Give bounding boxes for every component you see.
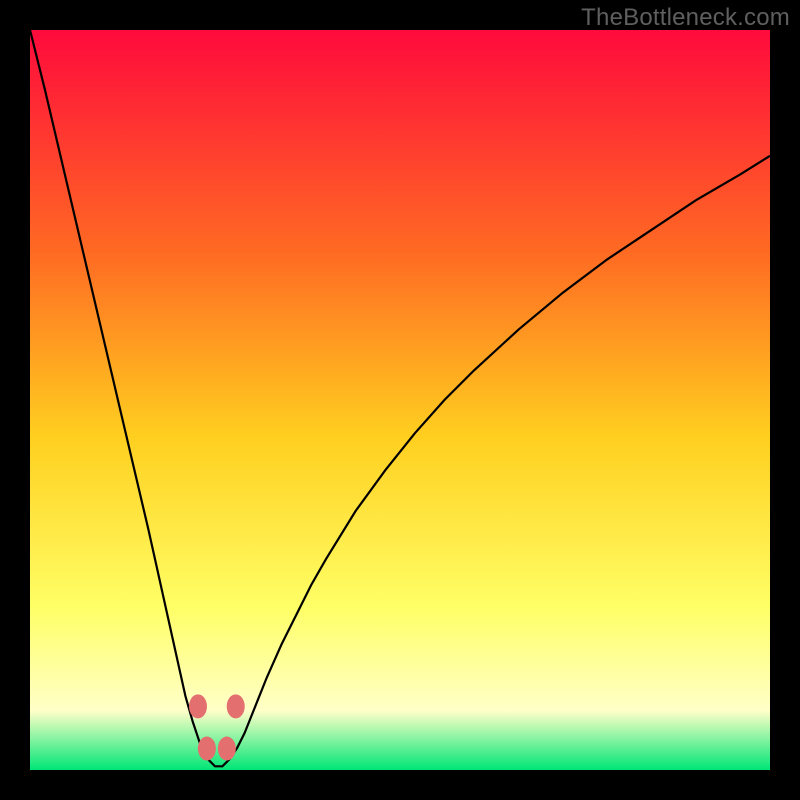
curve-marker-1 [227,694,245,718]
chart-frame: { "watermark": "TheBottleneck.com", "col… [0,0,800,800]
curve-marker-0 [189,694,207,718]
gradient-background [30,30,770,770]
watermark-text: TheBottleneck.com [581,4,790,32]
curve-marker-3 [218,737,236,761]
bottleneck-chart [30,30,770,770]
curve-marker-2 [198,737,216,761]
